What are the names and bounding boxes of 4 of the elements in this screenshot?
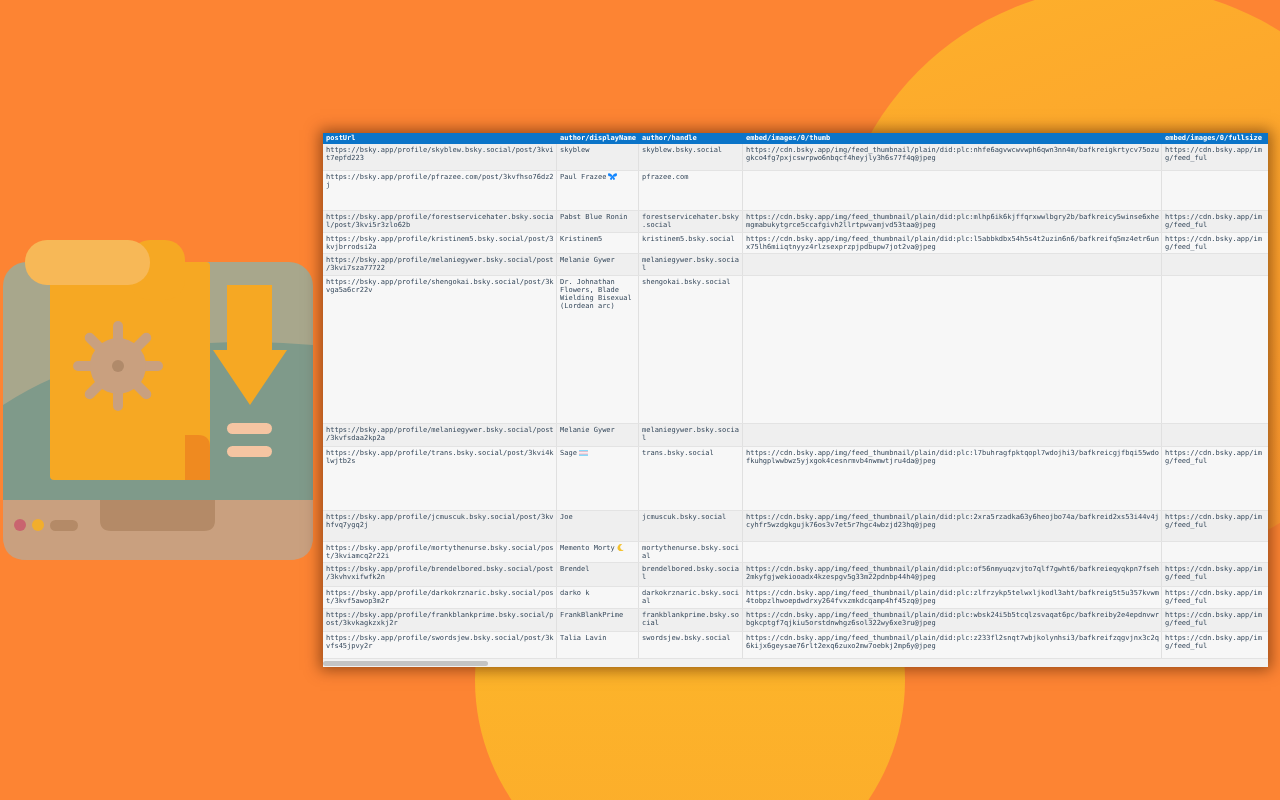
scrollbar-thumb[interactable] [323, 660, 488, 666]
flag-icon [578, 450, 588, 456]
butterfly-icon [608, 173, 618, 180]
crescent-moon-icon [616, 544, 624, 551]
